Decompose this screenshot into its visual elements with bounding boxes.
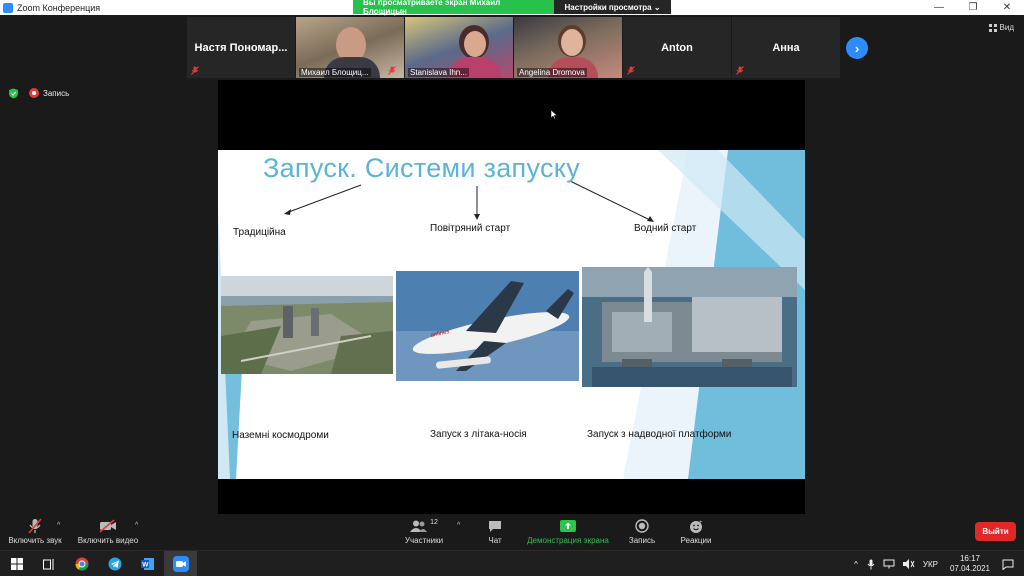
tray-chevron-icon[interactable]: ^ xyxy=(854,560,858,569)
participant-name: Анна xyxy=(772,41,800,54)
record-icon xyxy=(29,88,39,98)
participants-count: 12 xyxy=(430,518,438,526)
clock-time: 16:17 xyxy=(959,554,980,563)
record-label: Запись xyxy=(628,536,656,545)
next-page-icon[interactable]: › xyxy=(846,37,868,59)
zoom-app-icon xyxy=(3,2,13,13)
participant-name: Angelina Dromova xyxy=(517,68,587,77)
leave-button[interactable]: Выйти xyxy=(975,522,1016,541)
record-icon xyxy=(635,519,649,533)
telegram-icon[interactable] xyxy=(98,551,131,576)
participant-name: Михаил Блощиц... xyxy=(299,68,371,77)
participant-tile[interactable]: Stanislava Ihn... xyxy=(405,17,513,78)
participant-tile[interactable]: Настя Пономар... xyxy=(187,17,295,78)
mic-muted-icon xyxy=(736,66,744,75)
volume-icon[interactable] xyxy=(902,559,915,569)
mic-muted-icon xyxy=(627,66,635,75)
label-carrier-aircraft: Запуск з літака-носія xyxy=(430,429,527,440)
viewing-screen-label: Вы просматриваете экран Михаил Блощицын xyxy=(353,0,554,16)
unmute-button[interactable]: Включить звук xyxy=(5,516,65,545)
viewing-banner: Вы просматриваете экран Михаил Блощицын … xyxy=(353,0,671,16)
share-screen-button[interactable]: Демонстрация экрана xyxy=(523,516,613,545)
participants-button[interactable]: 12 Участники xyxy=(400,516,448,546)
mouse-cursor-icon xyxy=(551,110,557,119)
windows-start-icon[interactable] xyxy=(0,551,33,576)
share-screen-icon xyxy=(560,520,576,532)
participant-name: Настя Пономар... xyxy=(194,41,288,54)
svg-text:+: + xyxy=(699,520,703,526)
label-traditional: Традиційна xyxy=(233,227,286,238)
audio-options-caret[interactable]: ^ xyxy=(57,522,60,529)
recording-indicator[interactable]: Запись xyxy=(29,88,69,98)
presentation-slide: Запуск. Системи запуску Традиційна Повіт… xyxy=(218,150,805,479)
view-button[interactable]: Вид xyxy=(988,23,1014,32)
start-video-label: Включить видео xyxy=(77,536,139,545)
recording-label: Запись xyxy=(43,88,70,98)
system-tray: ^ УКР 16:17 07.04.2021 xyxy=(849,551,1024,576)
task-view-icon[interactable] xyxy=(32,551,65,576)
participant-tile[interactable]: Angelina Dromova xyxy=(514,17,622,78)
notifications-icon[interactable] xyxy=(1002,559,1014,570)
participant-name: Stanislava Ihn... xyxy=(408,68,469,77)
close-icon[interactable]: ✕ xyxy=(990,0,1024,15)
windows-taskbar: W ^ УКР 16:17 07.04.2021 xyxy=(0,550,1024,576)
video-options-caret[interactable]: ^ xyxy=(135,522,138,529)
slide-title: Запуск. Системи запуску xyxy=(263,153,580,183)
sea-platform-photo xyxy=(582,267,797,387)
participant-tile[interactable]: Михаил Блощиц... xyxy=(296,17,404,78)
grid-icon xyxy=(988,23,997,32)
view-options-button[interactable]: Настройки просмотра ⌄ xyxy=(554,0,671,14)
label-sea-launch: Водний старт xyxy=(634,223,697,234)
chrome-icon[interactable] xyxy=(65,551,98,576)
participants-icon xyxy=(410,520,428,532)
video-off-icon xyxy=(99,519,116,533)
mic-muted-icon xyxy=(28,518,42,534)
mic-muted-icon xyxy=(191,66,199,75)
unmute-label: Включить звук xyxy=(8,536,62,545)
word-icon[interactable]: W xyxy=(131,551,164,576)
participants-label: Участники xyxy=(404,536,444,545)
label-ground-spaceports: Наземні космодроми xyxy=(232,430,329,441)
network-icon[interactable] xyxy=(883,559,895,569)
share-screen-label: Демонстрация экрана xyxy=(527,536,609,545)
record-button[interactable]: Запись xyxy=(626,516,658,545)
chat-label: Чат xyxy=(488,536,502,545)
minimize-icon[interactable]: — xyxy=(922,0,956,15)
clock-date: 07.04.2021 xyxy=(949,564,990,573)
mic-muted-icon xyxy=(388,66,396,75)
window-title: Zoom Конференция xyxy=(17,2,101,13)
meeting-toolbar: Включить звук ^ Включить видео ^ 12 Учас… xyxy=(0,516,1024,550)
label-air-launch: Повітряний старт xyxy=(430,223,511,234)
participant-tile[interactable]: Anton xyxy=(623,17,731,78)
svg-text:W: W xyxy=(142,562,149,569)
zoom-taskbar-icon[interactable] xyxy=(164,551,197,576)
microphone-icon[interactable] xyxy=(867,559,875,570)
spaceport-photo xyxy=(221,276,393,374)
shield-icon[interactable] xyxy=(8,88,19,99)
shared-screen: Запуск. Системи запуску Традиційна Повіт… xyxy=(218,80,805,514)
start-video-button[interactable]: Включить видео xyxy=(75,516,141,545)
smile-icon: + xyxy=(689,520,703,533)
participant-tile[interactable]: Анна xyxy=(732,17,840,78)
participants-options-caret[interactable]: ^ xyxy=(457,522,460,529)
chat-icon xyxy=(489,520,501,532)
label-surface-platform: Запуск з надводної платформи xyxy=(587,429,732,440)
language-indicator[interactable]: УКР xyxy=(923,560,938,569)
airplane-photo: airlines xyxy=(396,271,579,381)
maximize-icon[interactable]: ❐ xyxy=(956,0,990,15)
participant-strip: Настя Пономар... Михаил Блощиц... Stanis… xyxy=(187,17,841,78)
zoom-window: Zoom Конференция — ❐ ✕ Вы просматриваете… xyxy=(0,0,1024,576)
view-button-label: Вид xyxy=(999,23,1014,32)
participant-name: Anton xyxy=(661,41,693,54)
reactions-label: Реакции xyxy=(680,536,712,545)
reactions-button[interactable]: + Реакции xyxy=(678,516,714,546)
clock[interactable]: 16:17 07.04.2021 xyxy=(950,554,990,574)
chat-button[interactable]: Чат xyxy=(482,516,508,545)
